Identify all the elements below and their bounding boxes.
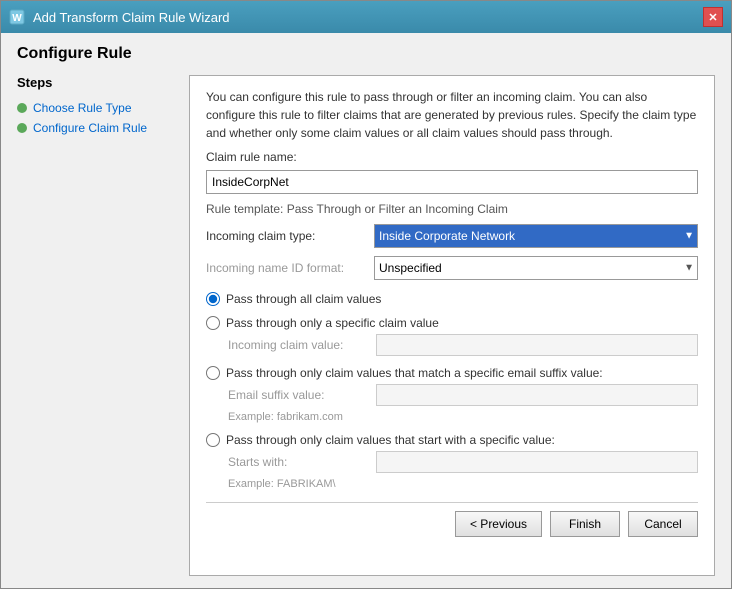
radio-row-pass-starts-with: Pass through only claim values that star… bbox=[206, 433, 698, 447]
sub-label-starts-with: Starts with: bbox=[228, 455, 368, 469]
claim-rule-name-section: Claim rule name: bbox=[206, 150, 698, 194]
starts-with-input[interactable] bbox=[376, 451, 698, 473]
example-starts-with: Example: FABRIKAM\ bbox=[206, 478, 698, 490]
radio-group: Pass through all claim values Pass throu… bbox=[206, 292, 698, 490]
close-button[interactable]: ✕ bbox=[703, 7, 723, 27]
radio-row-pass-email-suffix: Pass through only claim values that matc… bbox=[206, 366, 698, 380]
step-dot-2 bbox=[17, 123, 27, 133]
radio-pass-email-suffix[interactable] bbox=[206, 366, 220, 380]
title-bar: W Add Transform Claim Rule Wizard ✕ bbox=[1, 1, 731, 33]
rule-template-text: Rule template: Pass Through or Filter an… bbox=[206, 202, 698, 216]
page-title: Configure Rule bbox=[17, 45, 715, 63]
window-title: Add Transform Claim Rule Wizard bbox=[33, 10, 230, 25]
claim-rule-name-input[interactable] bbox=[206, 170, 698, 194]
radio-item-pass-specific: Pass through only a specific claim value… bbox=[206, 316, 698, 356]
radio-label-pass-email-suffix: Pass through only claim values that matc… bbox=[226, 366, 603, 380]
radio-row-pass-all: Pass through all claim values bbox=[206, 292, 698, 306]
rule-template-label: Rule template: Pass Through or Filter an… bbox=[206, 202, 508, 216]
radio-row-pass-specific: Pass through only a specific claim value bbox=[206, 316, 698, 330]
radio-item-pass-all: Pass through all claim values bbox=[206, 292, 698, 306]
radio-pass-all[interactable] bbox=[206, 292, 220, 306]
incoming-claim-type-row: Incoming claim type: Inside Corporate Ne… bbox=[206, 224, 698, 248]
wizard-window: W Add Transform Claim Rule Wizard ✕ Conf… bbox=[0, 0, 732, 589]
svg-text:W: W bbox=[12, 13, 22, 24]
step-dot-1 bbox=[17, 103, 27, 113]
finish-button[interactable]: Finish bbox=[550, 511, 620, 537]
sidebar-item-label-2: Configure Claim Rule bbox=[33, 121, 147, 135]
radio-pass-starts-with[interactable] bbox=[206, 433, 220, 447]
radio-label-pass-starts-with: Pass through only claim values that star… bbox=[226, 433, 555, 447]
claim-rule-name-label: Claim rule name: bbox=[206, 150, 698, 164]
sidebar-item-label-1: Choose Rule Type bbox=[33, 101, 132, 115]
sub-field-starts-with: Starts with: bbox=[206, 451, 698, 473]
example-email-suffix: Example: fabrikam.com bbox=[206, 411, 698, 423]
incoming-name-id-format-row: Incoming name ID format: Unspecified ▼ bbox=[206, 256, 698, 280]
wizard-icon: W bbox=[9, 9, 25, 25]
radio-item-pass-email-suffix: Pass through only claim values that matc… bbox=[206, 366, 698, 423]
sidebar-item-configure-claim-rule[interactable]: Configure Claim Rule bbox=[17, 118, 177, 138]
description-text: You can configure this rule to pass thro… bbox=[206, 88, 698, 142]
content-area: Steps Choose Rule Type Configure Claim R… bbox=[17, 75, 715, 576]
radio-pass-specific[interactable] bbox=[206, 316, 220, 330]
incoming-name-id-format-wrapper: Unspecified ▼ bbox=[374, 256, 698, 280]
radio-label-pass-specific: Pass through only a specific claim value bbox=[226, 316, 439, 330]
radio-item-pass-starts-with: Pass through only claim values that star… bbox=[206, 433, 698, 490]
footer: < Previous Finish Cancel bbox=[206, 502, 698, 541]
sidebar: Steps Choose Rule Type Configure Claim R… bbox=[17, 75, 177, 576]
main-panel: You can configure this rule to pass thro… bbox=[189, 75, 715, 576]
incoming-claim-type-wrapper: Inside Corporate Network ▼ bbox=[374, 224, 698, 248]
window-body: Configure Rule Steps Choose Rule Type Co… bbox=[1, 33, 731, 588]
sidebar-heading: Steps bbox=[17, 75, 177, 90]
cancel-button[interactable]: Cancel bbox=[628, 511, 698, 537]
incoming-claim-type-select[interactable]: Inside Corporate Network bbox=[374, 224, 698, 248]
sub-label-claim-value: Incoming claim value: bbox=[228, 338, 368, 352]
sidebar-item-choose-rule-type[interactable]: Choose Rule Type bbox=[17, 98, 177, 118]
title-bar-left: W Add Transform Claim Rule Wizard bbox=[9, 9, 230, 25]
previous-button[interactable]: < Previous bbox=[455, 511, 542, 537]
sub-field-email-suffix: Email suffix value: bbox=[206, 384, 698, 406]
email-suffix-input[interactable] bbox=[376, 384, 698, 406]
incoming-claim-type-label: Incoming claim type: bbox=[206, 229, 366, 243]
incoming-name-id-format-label: Incoming name ID format: bbox=[206, 261, 366, 275]
incoming-claim-value-input[interactable] bbox=[376, 334, 698, 356]
sub-field-specific: Incoming claim value: bbox=[206, 334, 698, 356]
incoming-name-id-format-select[interactable]: Unspecified bbox=[374, 256, 698, 280]
sub-label-email-suffix: Email suffix value: bbox=[228, 388, 368, 402]
radio-label-pass-all: Pass through all claim values bbox=[226, 292, 381, 306]
